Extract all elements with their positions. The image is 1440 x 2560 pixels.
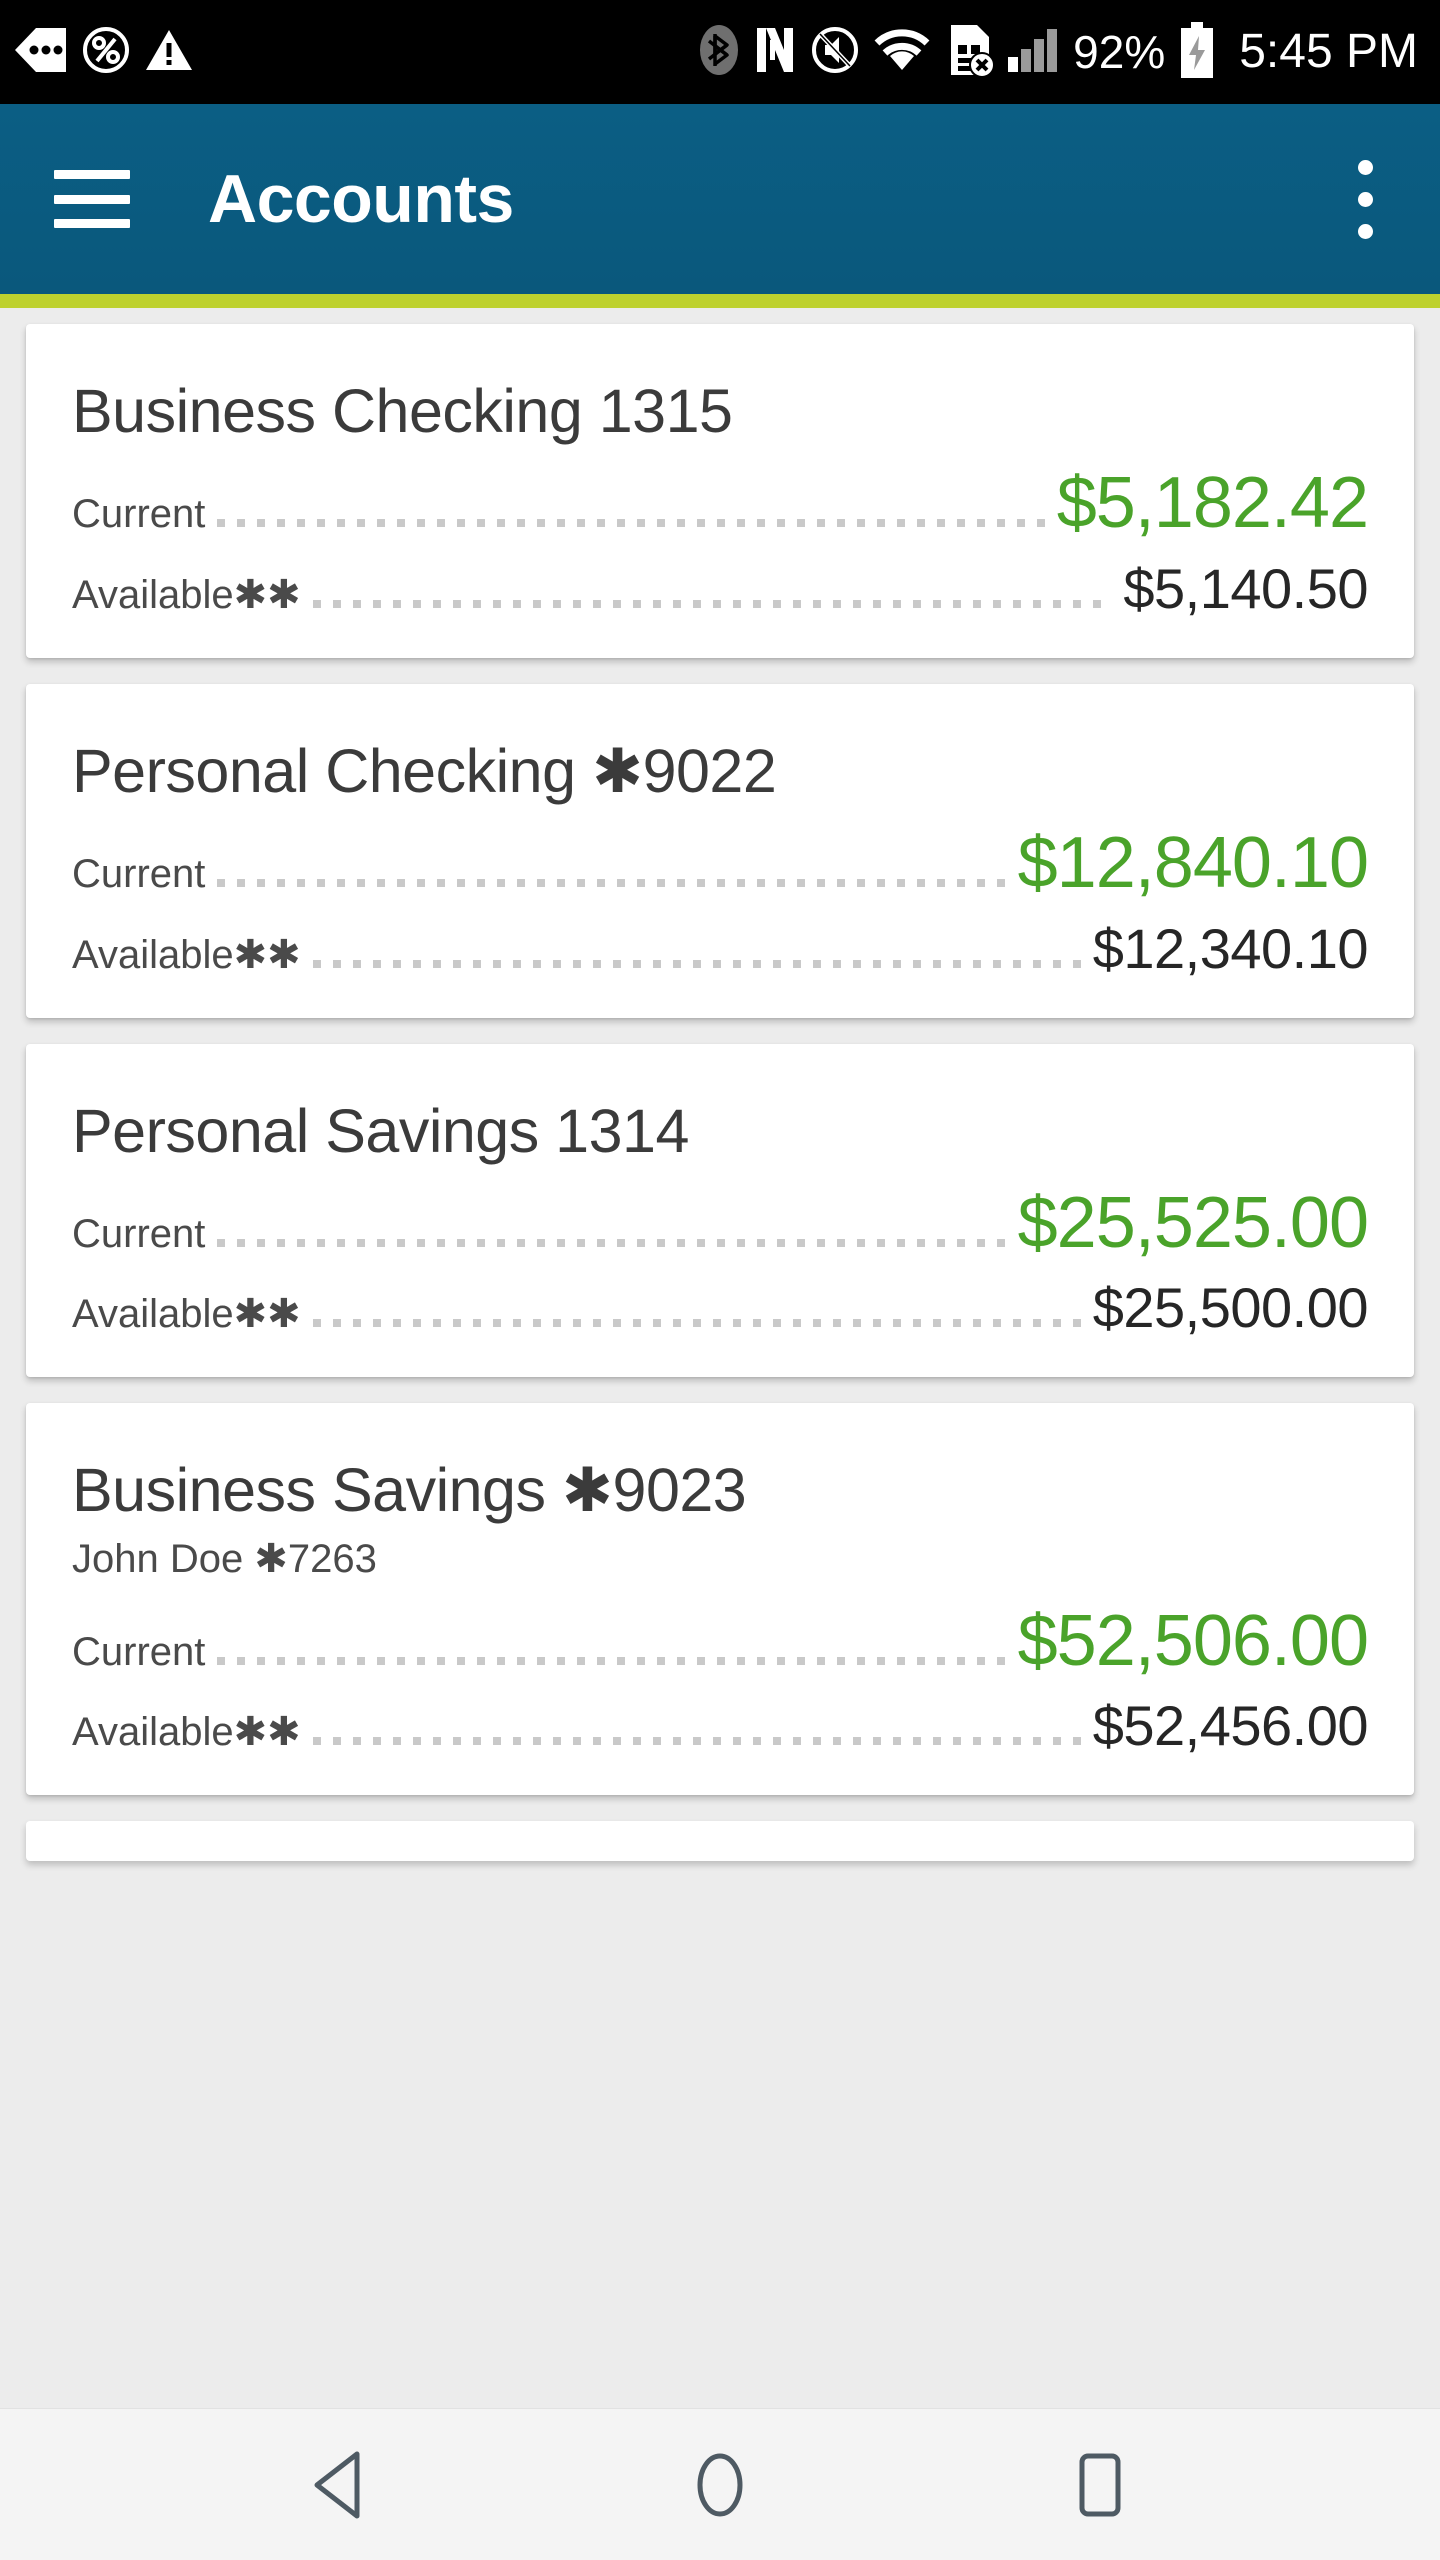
available-label: Available✱✱ [72, 1710, 301, 1755]
balance-rows: Current $5,182.42 Available✱✱ $5,140.50 [72, 463, 1369, 620]
account-card[interactable]: Business Checking 1315 Current $5,182.42… [26, 324, 1414, 658]
current-balance-row: Current $52,506.00 [72, 1600, 1369, 1681]
account-title: Business Savings ✱9023 [72, 1456, 747, 1525]
hamburger-menu-icon[interactable] [54, 170, 130, 228]
available-label: Available✱✱ [72, 932, 301, 977]
mute-icon [811, 25, 859, 80]
available-balance-row: Available✱✱ $52,456.00 [72, 1694, 1369, 1758]
current-balance-value: $25,525.00 [1017, 1183, 1369, 1264]
current-balance-value: $52,506.00 [1017, 1600, 1369, 1681]
account-card[interactable]: Personal Savings 1314 Current $25,525.00… [26, 1043, 1414, 1378]
overflow-menu-icon[interactable] [1334, 144, 1396, 254]
current-balance-value: $5,182.42 [1056, 463, 1369, 544]
available-label: Available✱✱ [72, 572, 301, 617]
sim-card-error-icon [945, 23, 996, 82]
account-title: Personal Checking ✱9022 [72, 736, 777, 805]
page-title: Accounts [208, 161, 514, 237]
battery-charging-icon [1179, 21, 1215, 84]
available-balance-row: Available✱✱ $12,340.10 [72, 916, 1369, 980]
bluetooth-icon [699, 24, 739, 81]
leader-dots [217, 879, 1006, 888]
available-balance-value: $12,340.10 [1092, 916, 1369, 980]
back-triangle-icon[interactable] [280, 2430, 400, 2540]
current-label: Current [72, 852, 206, 897]
account-subtitle: John Doe ✱7263 [72, 1536, 377, 1581]
available-balance-row: Available✱✱ $25,500.00 [72, 1276, 1369, 1340]
recents-square-icon[interactable] [1040, 2430, 1160, 2540]
available-label: Available✱✱ [72, 1292, 301, 1337]
available-balance-value: $25,500.00 [1092, 1276, 1369, 1340]
account-card-partial[interactable] [26, 1821, 1414, 1862]
back-arrow-dots-icon [14, 27, 68, 78]
leader-dots [312, 1319, 1081, 1328]
available-balance-value: $5,140.50 [1123, 556, 1368, 620]
leader-dots [312, 599, 1112, 608]
current-label: Current [72, 1212, 206, 1257]
available-balance-value: $52,456.00 [1092, 1694, 1369, 1758]
home-circle-icon[interactable] [660, 2430, 780, 2540]
status-bar-left-icons [14, 26, 194, 79]
accounts-list[interactable]: Business Checking 1315 Current $5,182.42… [0, 308, 1440, 2408]
leader-dots [217, 1239, 1006, 1248]
wifi-icon [873, 28, 931, 77]
accent-bar [0, 294, 1440, 308]
android-nav-bar [0, 2408, 1440, 2560]
balance-rows: Current $25,525.00 Available✱✱ $25,500.0… [72, 1183, 1369, 1340]
account-card[interactable]: Personal Checking ✱9022 Current $12,840.… [26, 683, 1414, 1018]
account-card[interactable]: Business Savings ✱9023 John Doe ✱7263 Cu… [26, 1403, 1414, 1796]
leader-dots [312, 1737, 1081, 1746]
account-title: Personal Savings 1314 [72, 1096, 689, 1165]
current-label: Current [72, 1629, 206, 1674]
current-balance-row: Current $12,840.10 [72, 823, 1369, 904]
battery-percent-label: 92% [1073, 26, 1166, 78]
app-bar: Accounts [0, 104, 1440, 294]
current-balance-row: Current $5,182.42 [72, 463, 1369, 544]
leader-dots [217, 519, 1045, 528]
signal-bars-icon [1007, 27, 1059, 78]
warning-triangle-icon [144, 27, 194, 78]
current-balance-row: Current $25,525.00 [72, 1183, 1369, 1264]
status-bar-right-icons: 92% 5:45 PM [699, 21, 1418, 84]
balance-rows: Current $52,506.00 Available✱✱ $52,456.0… [72, 1600, 1369, 1758]
current-balance-value: $12,840.10 [1017, 823, 1369, 904]
current-label: Current [72, 492, 206, 537]
phone-screen: 92% 5:45 PM Accounts Business Checking 1… [0, 0, 1440, 2560]
status-bar: 92% 5:45 PM [0, 0, 1440, 104]
nfc-icon [753, 24, 797, 81]
percent-circle-icon [82, 26, 130, 79]
leader-dots [217, 1656, 1006, 1665]
balance-rows: Current $12,840.10 Available✱✱ $12,340.1… [72, 823, 1369, 980]
leader-dots [312, 959, 1081, 968]
account-title: Business Checking 1315 [72, 377, 733, 445]
status-bar-clock: 5:45 PM [1239, 25, 1418, 78]
available-balance-row: Available✱✱ $5,140.50 [72, 556, 1368, 620]
